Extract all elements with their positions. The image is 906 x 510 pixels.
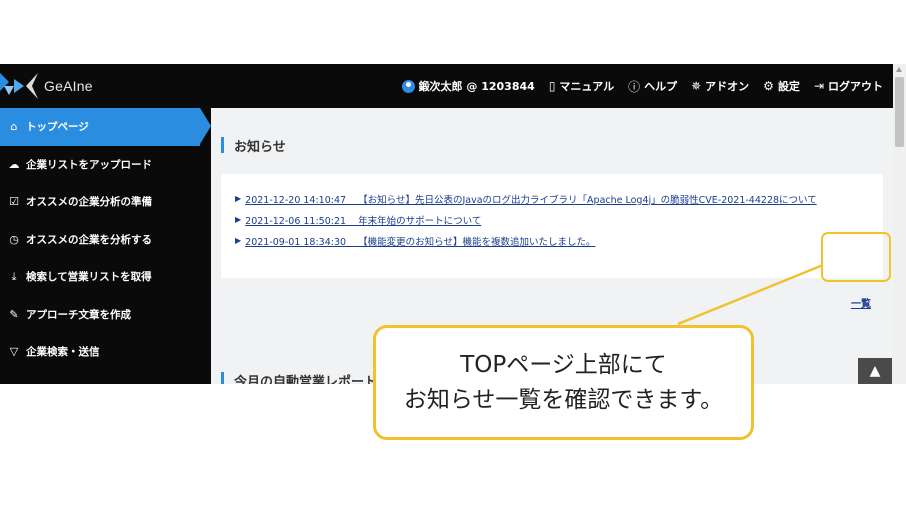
annotation-line-2: お知らせ一覧を確認できます。 xyxy=(403,386,724,413)
annotation-line-1: TOPページ上部にて xyxy=(460,352,667,378)
annotation-highlight-box xyxy=(821,232,891,282)
annotation-callout: TOPページ上部にて お知らせ一覧を確認できます。 xyxy=(373,325,754,440)
